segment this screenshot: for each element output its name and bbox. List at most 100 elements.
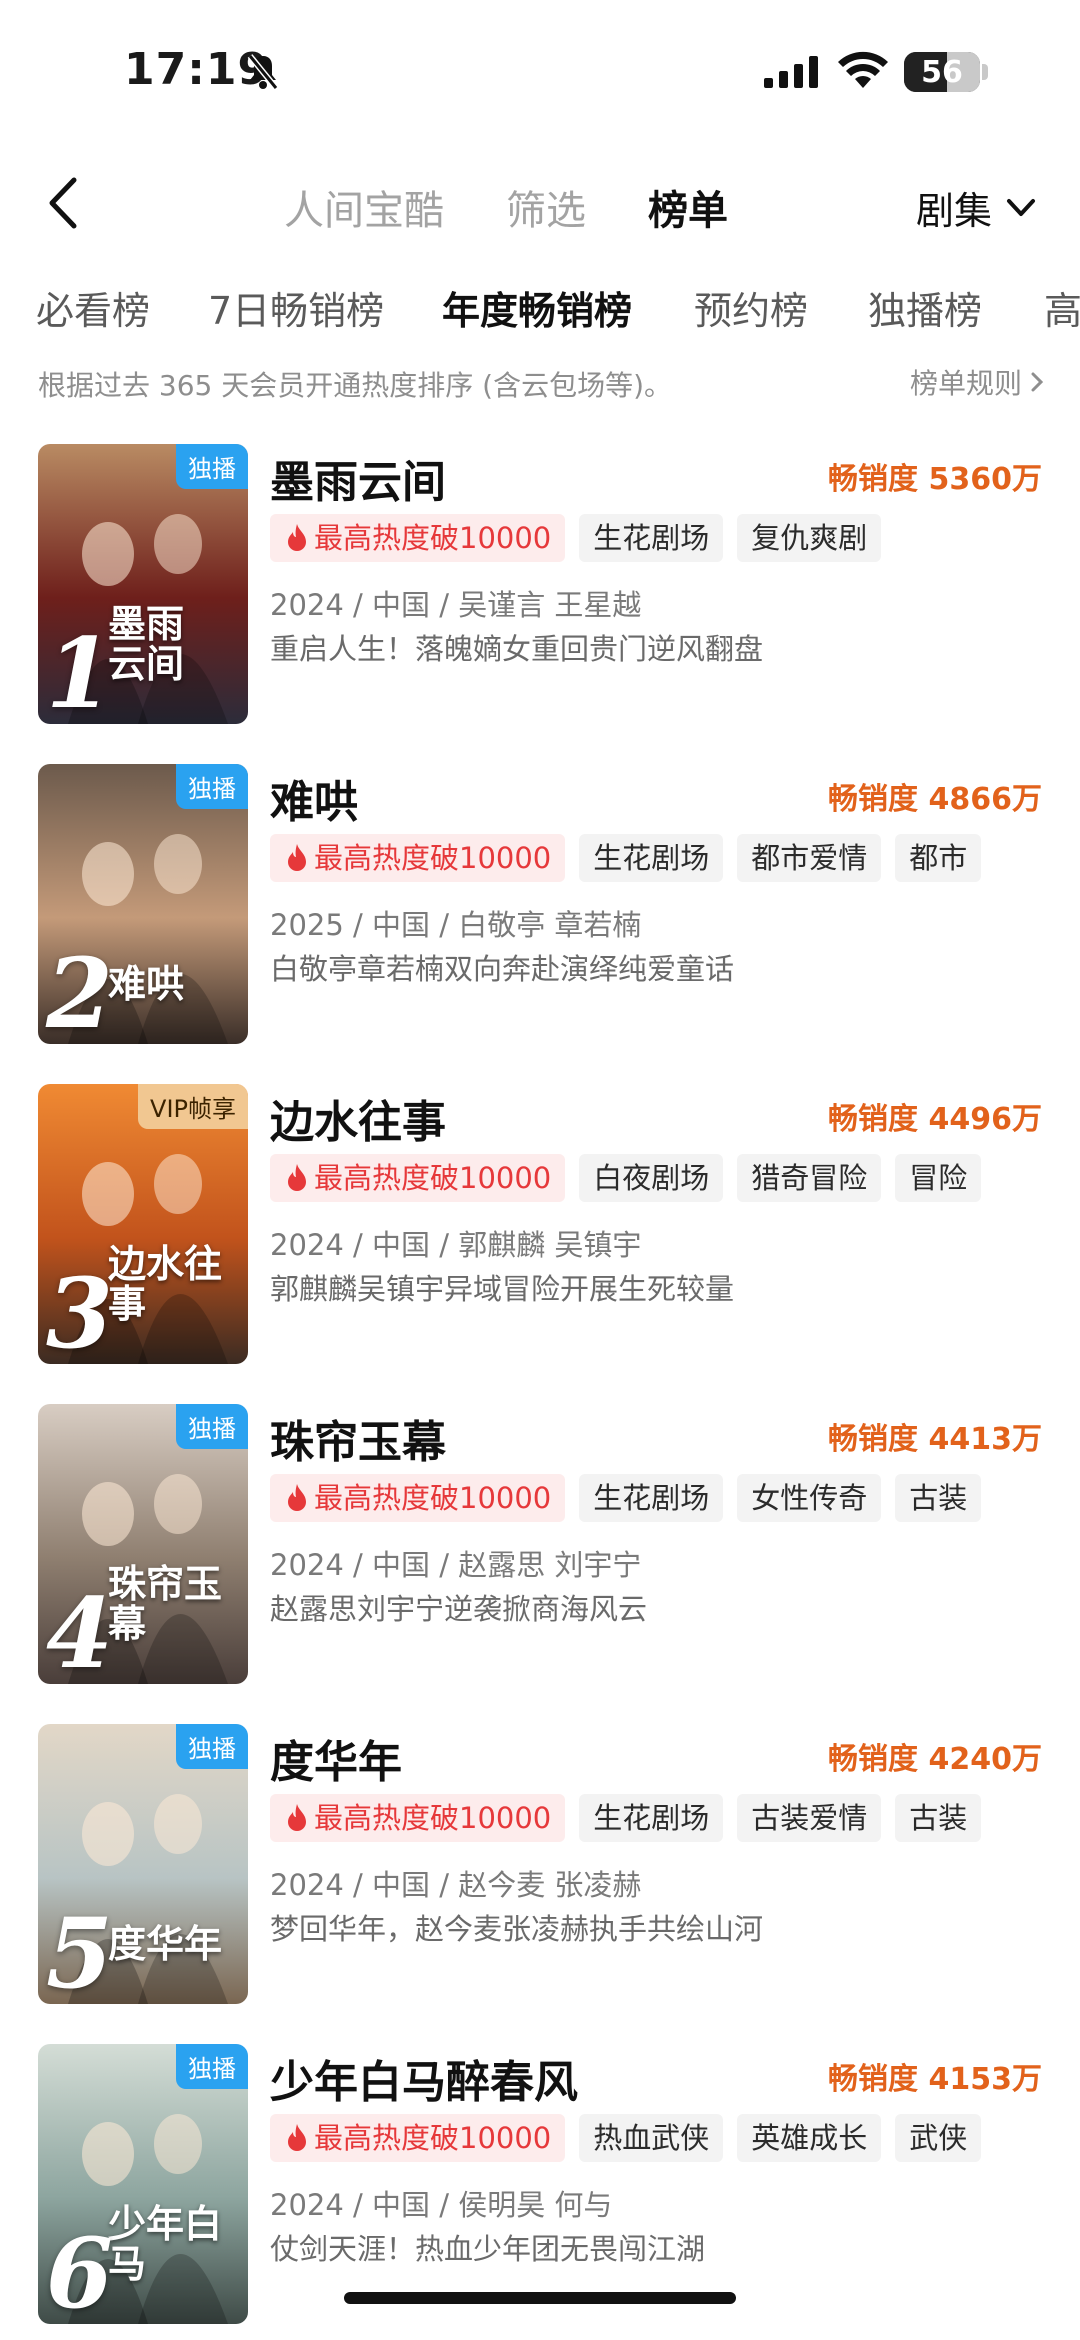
tag-row: 最高热度破10000 生花剧场 女性传奇 古装 <box>270 1474 982 1522</box>
ranking-description: 根据过去 365 天会员开通热度排序 (含云包场等)。 <box>38 369 672 402</box>
nav-item-renjian[interactable]: 人间宝酷 <box>284 178 444 236</box>
nav-item-filter[interactable]: 筛选 <box>506 178 586 236</box>
nav-item-ranking[interactable]: 榜单 <box>648 178 728 236</box>
rank-number: 4 <box>46 1577 113 1684</box>
drama-meta: 2024 / 中国 / 赵今麦 张凌赫 <box>270 1868 642 1902</box>
hot-tag-label: 最高热度破10000 <box>314 521 552 555</box>
hot-tag: 最高热度破10000 <box>270 1794 566 1842</box>
flame-icon <box>288 844 306 871</box>
genre-tag: 都市 <box>895 834 982 882</box>
poster-image[interactable]: 独播少年白马 6 <box>38 2044 248 2324</box>
genre-tag: 复仇爽剧 <box>737 514 882 562</box>
cellular-signal-icon <box>764 56 818 88</box>
poster-image[interactable]: 独播 珠帘玉幕 4 <box>38 1404 248 1684</box>
list-item[interactable]: 独播 珠帘玉幕 4 珠帘玉幕 畅销度 4413万最高热度破10000 生花剧场 女性传奇 古装… <box>0 1404 1080 1686</box>
battery-level: 56 <box>921 55 963 90</box>
list-item[interactable]: 独播 墨雨 云间 1 墨雨云间 畅销度 5360万 最高热度破10000 生花剧场 复仇爽剧 20… <box>0 444 1080 726</box>
genre-tag: 生花剧场 <box>579 1474 724 1522</box>
tag-row: 最高热度破10000 生花剧场 古装爱情 古装 <box>270 1794 982 1842</box>
poster-image[interactable]: 独播难哄 2 <box>38 764 248 1044</box>
rank-number: 2 <box>46 937 113 1044</box>
drama-blurb: 郭麒麟吴镇宇异域冒险开展生死较量 <box>270 1272 735 1306</box>
list-item[interactable]: VIP帧享 边水往事 3 边水往事 畅销度 4496万 最高热度破10000 白夜剧场 猎奇冒… <box>0 1084 1080 1366</box>
hot-tag: 最高热度破10000 <box>270 1474 566 1522</box>
hot-tag: 最高热度破10000 <box>270 1154 566 1202</box>
genre-tag: 英雄成长 <box>737 2114 882 2162</box>
poster-title: 度华年 <box>108 1921 223 1967</box>
flame-icon <box>288 2124 306 2151</box>
tab-must-watch[interactable]: 必看榜 <box>36 280 150 335</box>
genre-tag: 猎奇冒险 <box>737 1154 882 1202</box>
tab-annual-bestseller[interactable]: 年度畅销榜 <box>442 280 632 335</box>
rules-link[interactable]: 榜单规则 <box>910 362 1044 402</box>
hot-tag: 最高热度破10000 <box>270 2114 566 2162</box>
poster-title: 墨雨 云间 <box>108 601 185 687</box>
home-indicator[interactable] <box>344 2292 736 2304</box>
genre-tag: 生花剧场 <box>579 1794 724 1842</box>
rules-link-label: 榜单规则 <box>909 367 1022 400</box>
tab-7day-bestseller[interactable]: 7日畅销榜 <box>208 280 384 335</box>
poster-badge: 独播 <box>176 764 248 809</box>
drama-title[interactable]: 墨雨云间 <box>270 446 446 510</box>
drama-title[interactable]: 边水往事 <box>270 1086 446 1150</box>
poster-image[interactable]: 独播度华年 5 <box>38 1724 248 2004</box>
tab-more[interactable]: 高 <box>1044 280 1080 335</box>
poster-badge: VIP帧享 <box>138 1084 248 1129</box>
ranking-tabs: 必看榜 7日畅销榜 年度畅销榜 预约榜 独播榜 高 <box>36 280 1080 340</box>
sales-score: 畅销度 5360万 <box>828 462 1042 497</box>
genre-tag: 热血武侠 <box>579 2114 724 2162</box>
hot-tag: 最高热度破10000 <box>270 514 566 562</box>
genre-tag: 古装 <box>895 1474 982 1522</box>
rank-number: 1 <box>46 617 113 724</box>
drama-meta: 2024 / 中国 / 吴谨言 王星越 <box>270 588 642 622</box>
drama-blurb: 重启人生！落魄嫡女重回贵门逆风翻盘 <box>270 632 764 666</box>
battery-nub <box>982 64 988 80</box>
list-item[interactable]: 独播 少年白马 6 少年白马醉春风 畅销度 4153万 最高热度破10000 热血武侠 英雄成… <box>0 2044 1080 2326</box>
drama-title[interactable]: 度华年 <box>270 1726 402 1790</box>
tab-exclusive[interactable]: 独播榜 <box>868 280 982 335</box>
drama-blurb: 梦回华年，赵今麦张凌赫执手共绘山河 <box>270 1912 764 1946</box>
poster-image[interactable]: VIP帧享 边水往事 3 <box>38 1084 248 1364</box>
genre-tag: 生花剧场 <box>579 834 724 882</box>
hot-tag-label: 最高热度破10000 <box>314 2121 552 2155</box>
flame-icon <box>288 1484 306 1511</box>
wifi-icon <box>838 51 888 88</box>
drama-meta: 2025 / 中国 / 白敬亭 章若楠 <box>270 908 642 942</box>
chevron-down-icon <box>1007 198 1035 216</box>
genre-tag: 女性传奇 <box>737 1474 882 1522</box>
genre-tag: 古装爱情 <box>737 1794 882 1842</box>
hot-tag-label: 最高热度破10000 <box>314 1801 552 1835</box>
drama-title[interactable]: 难哄 <box>270 766 358 830</box>
list-item[interactable]: 独播 难哄 2 难哄 畅销度 4866万 最高热度破10000 生花剧场 都市爱情 都市 2025… <box>0 764 1080 1046</box>
drama-blurb: 仗剑天涯！热血少年团无畏闯江湖 <box>270 2232 706 2266</box>
rank-number: 6 <box>46 2217 113 2324</box>
drama-blurb: 赵露思刘宇宁逆袭掀商海风云 <box>270 1592 648 1626</box>
drama-title[interactable]: 珠帘玉幕 <box>270 1406 446 1470</box>
sales-score: 畅销度 4413万 <box>828 1422 1042 1457</box>
drama-title[interactable]: 少年白马醉春风 <box>270 2046 578 2110</box>
tab-reservation[interactable]: 预约榜 <box>694 280 808 335</box>
flame-icon <box>288 524 306 551</box>
series-dropdown[interactable]: 剧集 <box>916 180 1036 235</box>
genre-tag: 白夜剧场 <box>579 1154 724 1202</box>
drama-meta: 2024 / 中国 / 侯明昊 何与 <box>270 2188 613 2222</box>
battery-indicator: 56 <box>904 52 980 92</box>
poster-title: 难哄 <box>108 961 185 1007</box>
rank-number: 5 <box>46 1897 113 2004</box>
tag-row: 最高热度破10000 生花剧场 都市爱情 都市 <box>270 834 982 882</box>
bell-muted-icon <box>247 54 279 90</box>
genre-tag: 生花剧场 <box>579 514 724 562</box>
genre-tag: 古装 <box>895 1794 982 1842</box>
poster-badge: 独播 <box>176 2044 248 2089</box>
hot-tag-label: 最高热度破10000 <box>314 841 552 875</box>
poster-badge: 独播 <box>176 1724 248 1769</box>
poster-badge: 独播 <box>176 444 248 489</box>
series-dropdown-label: 剧集 <box>915 189 992 233</box>
poster-image[interactable]: 独播墨雨 云间 1 <box>38 444 248 724</box>
hot-tag-label: 最高热度破10000 <box>314 1481 552 1515</box>
poster-title: 少年白马 <box>108 2201 223 2287</box>
hot-tag-label: 最高热度破10000 <box>314 1161 552 1195</box>
sales-score: 畅销度 4866万 <box>828 782 1042 817</box>
list-item[interactable]: 独播 度华年 5 度华年 畅销度 4240万 最高热度破10000 生花剧场 古装爱情 古装 20… <box>0 1724 1080 2006</box>
genre-tag: 冒险 <box>895 1154 982 1202</box>
